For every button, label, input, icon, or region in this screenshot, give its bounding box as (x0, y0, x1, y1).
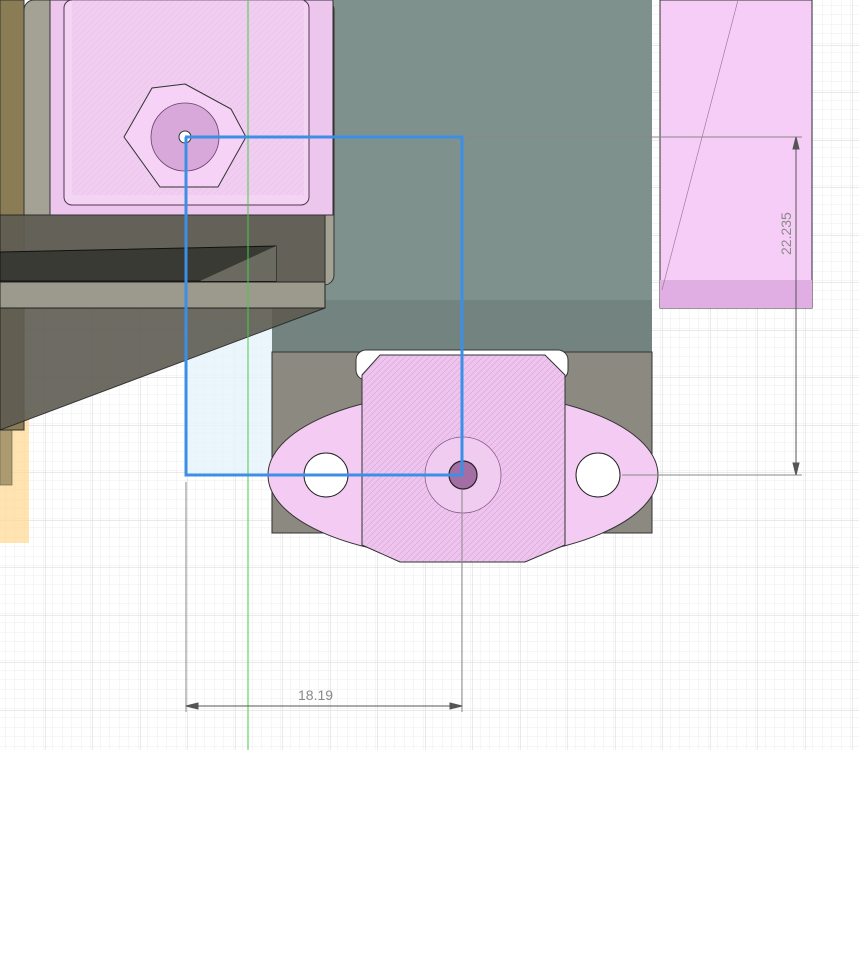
pink-side-part[interactable] (659, 0, 813, 309)
cad-viewport[interactable]: 22.235 18.19 (0, 0, 859, 959)
dimension-vertical-value[interactable]: 22.235 (778, 212, 794, 255)
gray-shelf-top (0, 281, 326, 309)
pink-side-part-edge (660, 280, 812, 308)
dimension-horizontal-value[interactable]: 18.19 (298, 687, 333, 703)
mount-hole-right[interactable] (575, 452, 621, 498)
